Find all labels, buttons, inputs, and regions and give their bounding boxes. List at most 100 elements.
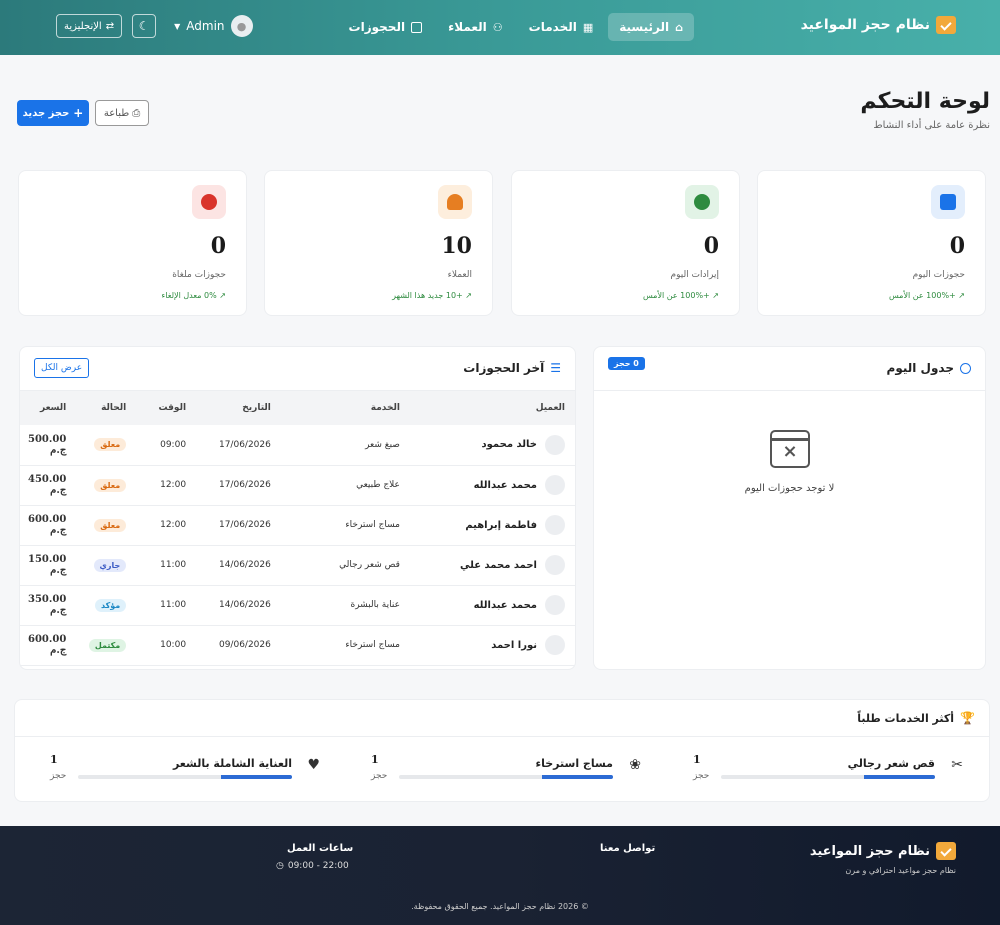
stat-card-today-bookings: 0 حجوزات اليوم ↗ +100% عن الأمس bbox=[757, 170, 986, 316]
service-progress-bar bbox=[399, 775, 613, 779]
table-row[interactable]: احمد محمد علي قص شعر رجالي 14/06/2026 11:00… bbox=[20, 545, 575, 586]
moon-icon: ☾ bbox=[138, 19, 150, 33]
user-menu[interactable]: ▼ Admin ● bbox=[174, 15, 253, 37]
stat-trend: ↗ +100% عن الأمس bbox=[642, 291, 719, 300]
top-services-header: 🏆 أكثر الخدمات طلباً bbox=[15, 700, 989, 737]
service-item: ❀ مساج استرخاء 1 حجز bbox=[371, 753, 641, 785]
stat-label: العملاء bbox=[447, 270, 472, 280]
scissors-icon: ✂ bbox=[951, 757, 963, 773]
service-cell: قص شعر رجالي bbox=[278, 545, 408, 586]
user-name: Admin bbox=[186, 19, 225, 33]
customer-name: احمد محمد علي bbox=[460, 559, 537, 571]
latest-bookings-panel: ☰ آخر الحجوزات عرض الكل العميل الخدمة ال… bbox=[19, 346, 576, 670]
nav-services-label: الخدمات bbox=[528, 20, 577, 34]
language-button[interactable]: ⇄ الإنجليزية bbox=[56, 14, 123, 38]
service-count: 1 bbox=[50, 753, 58, 766]
footer-brand: نظام حجز المواعيد bbox=[810, 842, 956, 860]
nav-services[interactable]: ▦ الخدمات bbox=[518, 13, 605, 41]
new-booking-button[interactable]: + حجز جديد bbox=[17, 100, 89, 126]
date-cell: 14/06/2026 bbox=[194, 545, 279, 586]
plus-icon: + bbox=[73, 106, 84, 120]
customer-name: محمد عبدالله bbox=[473, 479, 537, 491]
stat-value: 10 bbox=[441, 233, 472, 259]
service-cell: صبغ شعر bbox=[278, 425, 408, 466]
status-badge: معلق bbox=[94, 438, 127, 452]
price-cell: 600.00 ج.م bbox=[20, 505, 75, 546]
stat-trend: ↗ 0% معدل الإلغاء bbox=[161, 291, 226, 300]
calendar-check-icon bbox=[931, 185, 965, 219]
avatar bbox=[545, 555, 565, 575]
footer-hours-title: ساعات العمل bbox=[287, 843, 354, 854]
spa-icon: ❀ bbox=[629, 757, 641, 773]
table-row[interactable]: خالد محمود صبغ شعر 17/06/2026 09:00 معلق 500.… bbox=[20, 425, 575, 466]
today-schedule-title: جدول اليوم bbox=[887, 361, 971, 375]
footer: نظام حجز المواعيد نظام حجز مواعيد احتراف… bbox=[0, 826, 1000, 925]
top-navbar: نظام حجز المواعيد ⌂ الرئيسية ▦ الخدمات ⚇… bbox=[0, 0, 1000, 55]
service-unit: حجز bbox=[371, 771, 388, 781]
brand[interactable]: نظام حجز المواعيد bbox=[801, 16, 956, 34]
home-icon: ⌂ bbox=[675, 20, 683, 34]
footer-description: نظام حجز مواعيد احترافي و مرن bbox=[845, 866, 956, 875]
time-cell: 12:00 bbox=[134, 465, 195, 506]
status-badge: معلق bbox=[94, 518, 127, 532]
service-name: قص شعر رجالي bbox=[847, 757, 935, 770]
time-cell: 11:00 bbox=[134, 585, 195, 626]
price-cell: 500.00 ج.م bbox=[20, 425, 75, 466]
customer-cell: احمد محمد علي bbox=[416, 555, 565, 575]
status-badge: معلق bbox=[94, 478, 127, 492]
nav-bookings-label: الحجوزات bbox=[348, 20, 406, 34]
service-progress-fill bbox=[542, 775, 613, 779]
today-count-badge: 0 حجز bbox=[608, 357, 645, 370]
user-icon: ● bbox=[236, 19, 247, 33]
stat-trend-text: +100% عن الأمس bbox=[888, 291, 956, 300]
footer-hours-text: 09:00 - 22:00 bbox=[287, 861, 349, 871]
price-cell: 600.00 ج.م bbox=[20, 625, 75, 666]
stat-label: حجوزات اليوم bbox=[912, 270, 965, 280]
stat-label: إيرادات اليوم bbox=[670, 270, 720, 280]
service-unit: حجز bbox=[50, 771, 67, 781]
time-cell: 11:00 bbox=[134, 545, 195, 586]
nav-home[interactable]: ⌂ الرئيسية bbox=[608, 13, 694, 41]
table-header-row: العميل الخدمة التاريخ الوقت الحالة السعر bbox=[20, 391, 575, 425]
nav-home-label: الرئيسية bbox=[619, 20, 670, 34]
users-icon bbox=[438, 185, 472, 219]
x-circle-icon bbox=[192, 185, 226, 219]
new-booking-label: حجز جديد bbox=[22, 107, 70, 119]
latest-bookings-title-text: آخر الحجوزات bbox=[463, 361, 545, 375]
col-time: الوقت bbox=[134, 391, 195, 425]
brand-name: نظام حجز المواعيد bbox=[800, 17, 930, 33]
service-progress-bar bbox=[78, 775, 292, 779]
status-badge: مكتمل bbox=[88, 638, 127, 652]
customer-cell: خالد محمود bbox=[416, 434, 565, 455]
time-cell: 09:00 bbox=[134, 425, 195, 466]
service-name: مساج استرخاء bbox=[535, 757, 614, 770]
customer-name: نورا احمد bbox=[491, 639, 537, 651]
stat-label: حجوزات ملغاة bbox=[172, 270, 226, 280]
print-button[interactable]: ⎙ طباعة bbox=[95, 100, 149, 126]
view-all-button[interactable]: عرض الكل bbox=[34, 358, 90, 378]
footer-hours: ◷ 09:00 - 22:00 bbox=[276, 861, 349, 871]
printer-icon: ⎙ bbox=[132, 107, 141, 119]
price-cell: 450.00 ج.م bbox=[20, 465, 75, 506]
date-cell: 09/06/2026 bbox=[194, 625, 279, 666]
latest-bookings-header: ☰ آخر الحجوزات عرض الكل bbox=[20, 347, 575, 391]
table-row[interactable]: محمد عبدالله عناية بالبشرة 14/06/2026 11:00… bbox=[20, 585, 575, 626]
nav-bookings[interactable]: الحجوزات bbox=[338, 13, 434, 41]
chevron-down-icon: ▼ bbox=[174, 21, 181, 31]
nav-customers[interactable]: ⚇ العملاء bbox=[437, 13, 514, 41]
grid-icon: ▦ bbox=[582, 20, 594, 34]
table-row[interactable]: محمد عبدالله علاج طبيعي 17/06/2026 12:00 معل… bbox=[20, 465, 575, 506]
top-services-title-text: أكثر الخدمات طلباً bbox=[857, 711, 955, 725]
heart-icon: ♥ bbox=[307, 757, 320, 773]
price-cell: 350.00 ج.م bbox=[20, 585, 75, 626]
col-service: الخدمة bbox=[278, 391, 408, 425]
theme-toggle-button[interactable]: ☾ bbox=[132, 14, 157, 38]
table-row[interactable]: فاطمة إبراهيم مساج استرخاء 17/06/2026 12:00… bbox=[20, 505, 575, 546]
calendar-check-icon bbox=[936, 842, 956, 860]
stat-value: 0 bbox=[949, 233, 965, 259]
nav-right: ⇄ الإنجليزية ☾ ▼ Admin ● bbox=[56, 14, 253, 38]
status-badge: جاري bbox=[93, 558, 127, 572]
trophy-icon: 🏆 bbox=[960, 711, 975, 725]
table-row[interactable]: نورا احمد مساج استرخاء 09/06/2026 10:00 مكتم… bbox=[20, 625, 575, 666]
calendar-check-icon bbox=[936, 16, 956, 34]
